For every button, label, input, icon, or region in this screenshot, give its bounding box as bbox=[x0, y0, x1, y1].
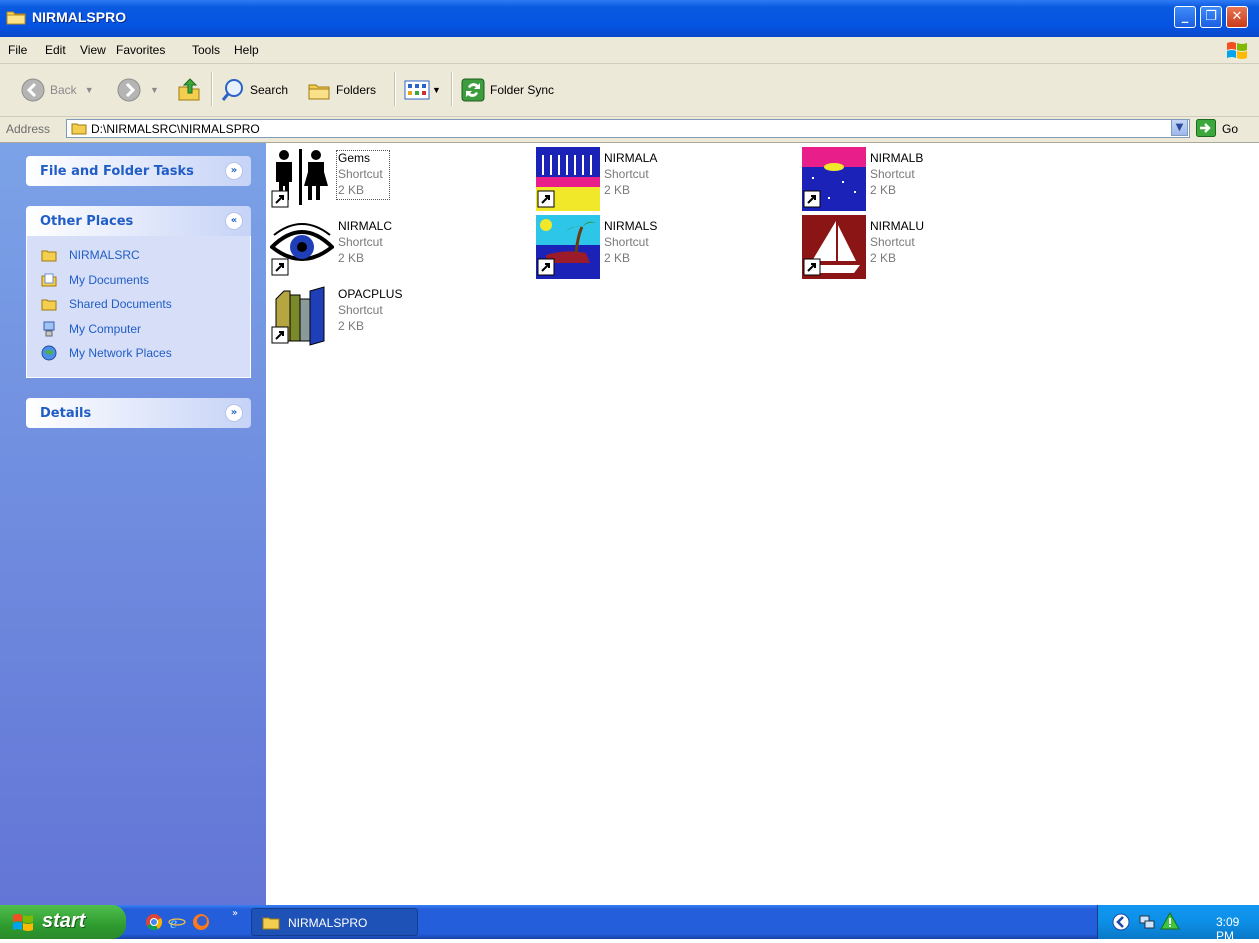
place-shared-documents[interactable]: Shared Documents bbox=[27, 293, 250, 318]
restroom-shortcut-icon bbox=[270, 147, 334, 211]
nirmalb-shortcut-icon bbox=[802, 147, 866, 211]
windows-logo-icon bbox=[1227, 42, 1247, 59]
network-places-icon bbox=[41, 345, 57, 361]
file-item-gems[interactable]: Gems Shortcut 2 KB bbox=[270, 147, 530, 211]
other-places-list: NIRMALSRC My Documents Shared Documents … bbox=[26, 236, 251, 378]
nirmala-shortcut-icon bbox=[536, 147, 600, 211]
address-input[interactable]: D:\NIRMALSRC\NIRMALSPRO bbox=[66, 119, 1190, 138]
address-dropdown-button[interactable]: ▼ bbox=[1171, 119, 1188, 136]
file-item-nirmalb[interactable]: NIRMALB Shortcut 2 KB bbox=[802, 147, 1062, 211]
expand-icon[interactable]: » bbox=[225, 162, 243, 180]
quick-launch-more-icon[interactable]: » bbox=[232, 908, 238, 919]
title-bar[interactable]: NIRMALSPRO _ ❐ ✕ bbox=[0, 0, 1259, 37]
internet-explorer-icon[interactable]: e bbox=[168, 913, 186, 931]
views-dropdown-icon[interactable]: ▼ bbox=[432, 85, 441, 95]
search-icon bbox=[221, 79, 243, 101]
island-shortcut-icon bbox=[536, 215, 600, 279]
svg-text:e: e bbox=[170, 915, 177, 931]
taskbar-window-nirmalspro[interactable]: NIRMALSPRO bbox=[251, 908, 418, 936]
toolbar-separator bbox=[451, 72, 453, 106]
other-places-header[interactable]: Other Places « bbox=[26, 206, 251, 236]
warning-shield-icon[interactable] bbox=[1160, 912, 1180, 930]
folder-sync-icon bbox=[461, 78, 485, 102]
address-bar: Address D:\NIRMALSRC\NIRMALSPRO ▼ Go bbox=[0, 117, 1259, 143]
my-documents-icon bbox=[41, 273, 57, 286]
place-my-documents[interactable]: My Documents bbox=[27, 269, 250, 294]
forward-dropdown-icon[interactable]: ▼ bbox=[150, 85, 159, 95]
menu-file[interactable]: File bbox=[8, 43, 27, 57]
windows-logo-icon bbox=[13, 914, 33, 931]
my-computer-icon bbox=[43, 321, 55, 336]
menu-bar: File Edit View Favorites Tools Help bbox=[0, 37, 1259, 64]
close-button[interactable]: ✕ bbox=[1226, 6, 1248, 28]
eye-shortcut-icon bbox=[270, 215, 334, 279]
forward-arrow-icon bbox=[117, 78, 141, 102]
address-label: Address bbox=[6, 122, 51, 136]
collapse-icon[interactable]: « bbox=[225, 212, 243, 230]
window-title: NIRMALSPRO bbox=[32, 9, 127, 25]
taskbar: start e » NIRMALSPRO 3:09 PM bbox=[0, 905, 1259, 943]
books-shortcut-icon bbox=[270, 283, 334, 347]
task-pane: File and Folder Tasks » Other Places « N… bbox=[0, 143, 266, 905]
details-panel: Details » bbox=[26, 398, 251, 428]
firefox-icon[interactable] bbox=[192, 913, 210, 931]
up-folder-button[interactable] bbox=[176, 76, 202, 104]
tray-expand-icon[interactable] bbox=[1112, 913, 1130, 931]
folders-icon bbox=[308, 84, 330, 100]
toolbar-separator bbox=[394, 72, 396, 106]
place-my-computer[interactable]: My Computer bbox=[27, 318, 250, 343]
go-button[interactable]: Go bbox=[1222, 122, 1238, 136]
menu-help[interactable]: Help bbox=[234, 43, 259, 57]
file-item-opacplus[interactable]: OPACPLUS Shortcut 2 KB bbox=[270, 283, 530, 347]
views-button[interactable]: ▼ bbox=[404, 76, 441, 104]
file-item-nirmals[interactable]: NIRMALS Shortcut 2 KB bbox=[536, 215, 796, 279]
back-dropdown-icon[interactable]: ▼ bbox=[85, 85, 94, 95]
file-folder-tasks-panel: File and Folder Tasks » bbox=[26, 156, 251, 186]
file-item-nirmala[interactable]: NIRMALA Shortcut 2 KB bbox=[536, 147, 796, 211]
folder-icon bbox=[6, 11, 26, 25]
details-header[interactable]: Details » bbox=[26, 398, 251, 428]
place-nirmalsrc[interactable]: NIRMALSRC bbox=[27, 244, 250, 269]
restore-button[interactable]: ❐ bbox=[1200, 6, 1222, 28]
back-button[interactable]: Back ▼ bbox=[20, 76, 94, 104]
back-arrow-icon bbox=[21, 78, 45, 102]
menu-view[interactable]: View bbox=[80, 43, 106, 57]
folder-icon bbox=[41, 299, 57, 311]
chrome-icon[interactable] bbox=[145, 913, 163, 931]
expand-icon[interactable]: » bbox=[225, 404, 243, 422]
folder-icon bbox=[71, 123, 87, 135]
chevron-down-icon: ▼ bbox=[1175, 122, 1184, 133]
address-path: D:\NIRMALSRC\NIRMALSPRO bbox=[91, 122, 260, 136]
minimize-button[interactable]: _ bbox=[1174, 6, 1196, 28]
folder-sync-button[interactable]: Folder Sync bbox=[460, 76, 554, 104]
views-icon bbox=[404, 80, 430, 100]
file-list-view: Gems Shortcut 2 KB NIRMALA Shortcut 2 KB bbox=[266, 143, 1259, 905]
menu-favorites[interactable]: Favorites bbox=[116, 43, 165, 57]
file-item-nirmalc[interactable]: NIRMALC Shortcut 2 KB bbox=[270, 215, 530, 279]
network-icon[interactable] bbox=[1138, 913, 1156, 931]
sailboat-shortcut-icon bbox=[802, 215, 866, 279]
minimize-icon: _ bbox=[1181, 9, 1189, 24]
search-button[interactable]: Search bbox=[220, 76, 288, 104]
folder-icon bbox=[41, 250, 57, 262]
toolbar: Back ▼ ▼ Search Folders ▼ Folder Sync bbox=[0, 64, 1259, 117]
other-places-panel: Other Places « NIRMALSRC My Documents Sh… bbox=[26, 206, 251, 378]
system-tray: 3:09 PM bbox=[1097, 905, 1259, 943]
forward-button[interactable]: ▼ bbox=[116, 76, 159, 104]
place-my-network-places[interactable]: My Network Places bbox=[27, 342, 250, 367]
folders-button[interactable]: Folders bbox=[306, 76, 376, 104]
restore-icon: ❐ bbox=[1205, 9, 1217, 24]
up-folder-icon bbox=[178, 78, 200, 101]
go-arrow-icon[interactable] bbox=[1196, 119, 1216, 137]
close-icon: ✕ bbox=[1231, 9, 1243, 24]
start-button[interactable]: start bbox=[0, 905, 126, 939]
folder-icon bbox=[262, 917, 280, 930]
file-folder-tasks-header[interactable]: File and Folder Tasks » bbox=[26, 156, 251, 186]
file-item-nirmalu[interactable]: NIRMALU Shortcut 2 KB bbox=[802, 215, 1062, 279]
menu-edit[interactable]: Edit bbox=[45, 43, 66, 57]
menu-tools[interactable]: Tools bbox=[192, 43, 220, 57]
toolbar-separator bbox=[211, 72, 213, 106]
